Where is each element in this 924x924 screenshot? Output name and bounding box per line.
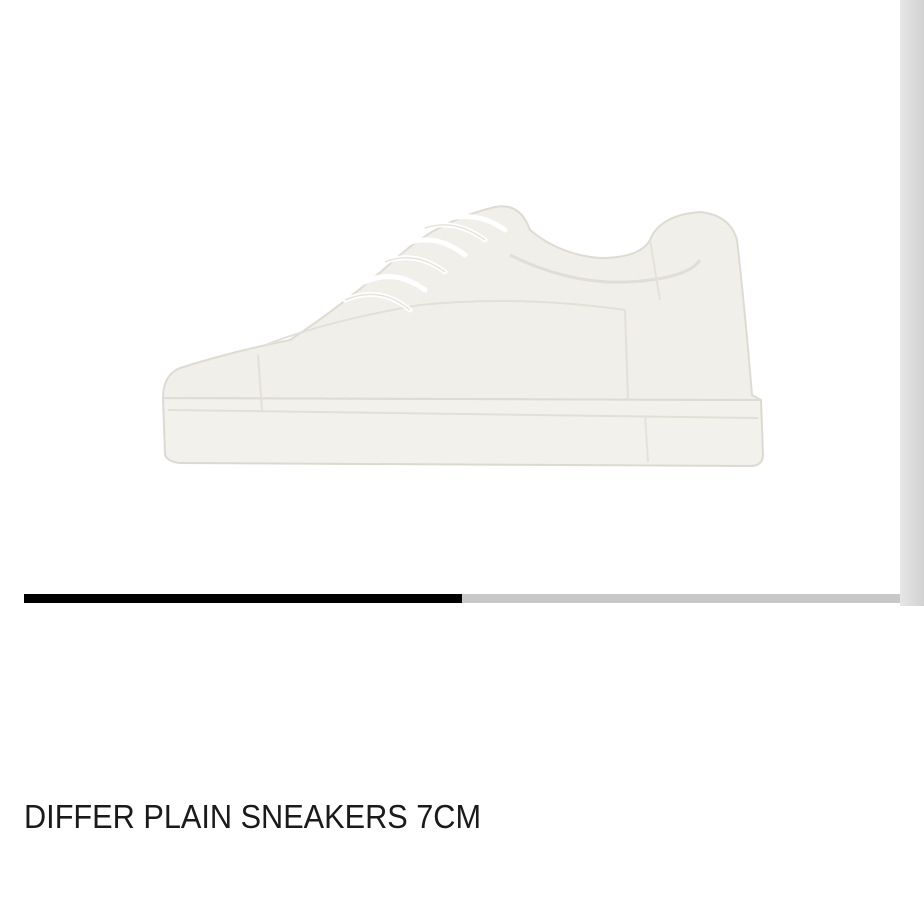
product-title: DIFFER PLAIN SNEAKERS 7CM: [24, 798, 482, 835]
carousel-progress-bar: [24, 594, 900, 603]
carousel-slide[interactable]: [0, 0, 900, 606]
shoe-upper: [161, 205, 762, 401]
carousel-progress-fill: [24, 594, 462, 603]
image-carousel[interactable]: [0, 0, 924, 606]
shoe-sole: [161, 396, 765, 468]
product-image: [161, 205, 765, 468]
next-slide-peek[interactable]: [900, 0, 924, 606]
